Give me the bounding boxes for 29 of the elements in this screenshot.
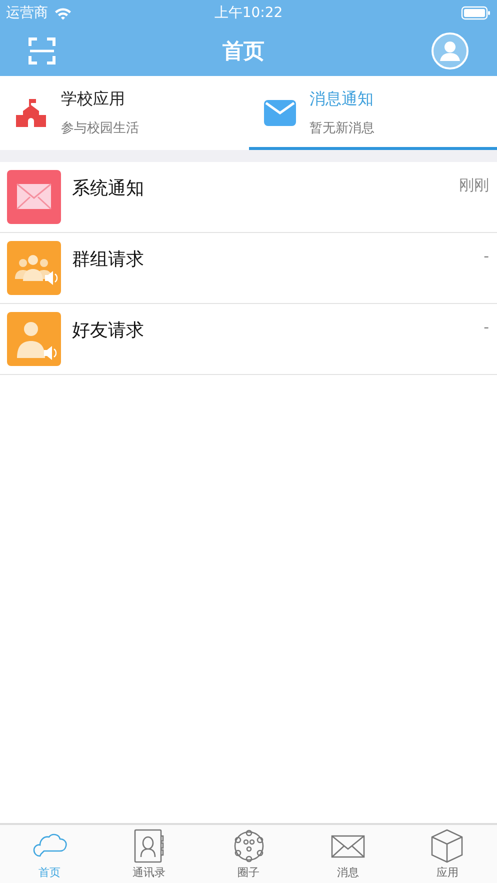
school-icon [15,97,47,129]
status-time: 上午10:22 [214,4,283,22]
message-row[interactable]: 群组请求 - [0,233,497,304]
battery-icon [461,6,491,20]
message-row[interactable]: 系统通知 刚刚 [0,162,497,233]
message-time: - [484,247,489,265]
page-title: 首页 [222,38,264,65]
wifi-icon [54,6,72,20]
message-time: 刚刚 [459,176,489,195]
message-row[interactable]: 好友请求 - [0,304,497,375]
tab-bar-item[interactable]: 通讯录 [99,825,199,883]
message-time: - [484,318,489,336]
scan-icon[interactable] [28,37,56,65]
message-title: 好友请求 [72,319,144,342]
segment-title: 学校应用 [61,89,126,110]
avatar-icon[interactable] [431,32,469,70]
mail-icon [264,100,296,126]
segment-tab[interactable]: 消息通知 暂无新消息 [248,76,497,150]
message-title: 群组请求 [72,248,144,271]
message-title: 系统通知 [72,177,144,200]
segment-subtitle: 暂无新消息 [310,120,374,137]
cube-icon [429,828,466,864]
tab-bar-item[interactable]: 消息 [298,825,398,883]
tab-bar-item[interactable]: 应用 [398,825,497,883]
segment-tab[interactable]: 学校应用 参与校园生活 [0,76,248,150]
segment-title: 消息通知 [310,89,374,110]
carrier-name: 运营商 [6,4,48,22]
segment-subtitle: 参与校园生活 [61,120,139,137]
tab-bar-item[interactable]: 圈子 [198,825,298,883]
